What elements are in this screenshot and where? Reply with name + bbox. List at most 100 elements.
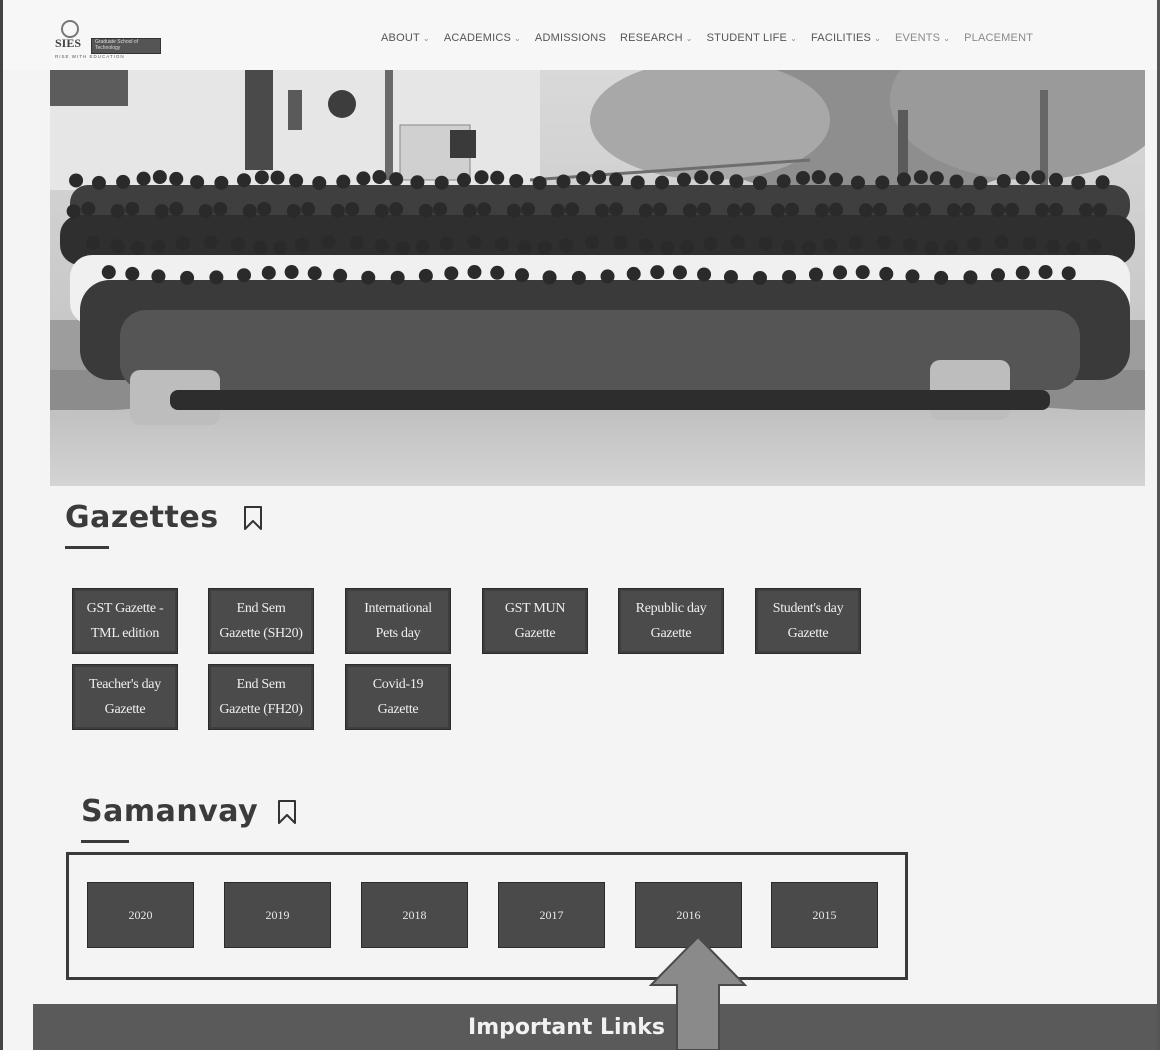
crowd-head	[697, 202, 712, 217]
crowd-head	[949, 174, 964, 189]
crowd-head	[814, 203, 829, 218]
crowd-head	[694, 170, 709, 185]
crowd-head	[410, 175, 425, 190]
nav-label: FACILITIES	[810, 32, 872, 44]
crowd-head	[967, 236, 982, 251]
crowd-head	[136, 171, 151, 186]
crowd-head	[66, 204, 81, 219]
important-links-label: Important Links	[468, 1014, 665, 1040]
crowd-head	[236, 268, 251, 283]
crowd-head	[372, 170, 387, 185]
crowd-head	[1031, 170, 1046, 185]
crowd-head	[556, 174, 571, 189]
crowd-head	[600, 269, 615, 284]
nav-label: STUDENT LIFE	[706, 32, 788, 44]
gazette-line1: GST Gazette -	[86, 601, 164, 616]
nav-item-academics[interactable]: ACADEMICS ⌄	[444, 32, 521, 44]
bookmark-icon[interactable]	[243, 505, 263, 531]
crowd-head	[374, 203, 389, 218]
crowd-head	[333, 268, 348, 283]
crowd-head	[213, 201, 228, 216]
crowd-head	[257, 201, 272, 216]
crowd-head	[729, 174, 744, 189]
crowd-head	[1038, 265, 1053, 280]
gazette-button-gst-tml[interactable]: GST Gazette - TML edition	[72, 588, 178, 654]
gazette-button-gst-mun[interactable]: GST MUN Gazette	[482, 588, 588, 654]
samanvay-year-2018[interactable]: 2018	[361, 882, 468, 948]
crowd-head	[829, 172, 844, 187]
samanvay-year-2015[interactable]: 2015	[771, 882, 878, 948]
crowd-head	[902, 238, 917, 253]
crowd-head	[209, 270, 224, 285]
crowd-head	[321, 235, 336, 250]
crowd-head	[944, 240, 959, 255]
crowd-head	[418, 203, 433, 218]
nav-item-admissions[interactable]: ADMISSIONS	[535, 32, 606, 44]
samanvay-year-2017[interactable]: 2017	[498, 882, 605, 948]
crowd-head	[169, 171, 184, 186]
crowd-head	[542, 270, 557, 285]
site-logo[interactable]: SIES Graduate School of Technology RISE …	[53, 20, 161, 62]
gazette-button-end-sem-fh20[interactable]: End Sem Gazette (FH20)	[208, 664, 314, 730]
crowd-head	[879, 266, 894, 281]
crowd-head	[1078, 203, 1093, 218]
crowd-head	[1049, 172, 1064, 187]
gazette-button-republic-day[interactable]: Republic day Gazette	[618, 588, 724, 654]
gazette-button-students-day[interactable]: Student's day Gazette	[755, 588, 861, 654]
crowd-head	[811, 170, 826, 185]
crowd-head	[506, 203, 521, 218]
crowd-head	[723, 269, 738, 284]
bookmark-icon[interactable]	[277, 799, 297, 825]
crowd-head	[91, 175, 106, 190]
gazette-button-covid-19[interactable]: Covid-19 Gazette	[345, 664, 451, 730]
nav-item-events[interactable]: EVENTS ⌄	[895, 32, 950, 44]
site-header: SIES Graduate School of Technology RISE …	[3, 0, 1160, 70]
crowd-head	[655, 175, 670, 190]
crowd-head	[345, 202, 360, 217]
crowd-head	[273, 240, 288, 255]
crowd-head	[1093, 202, 1107, 217]
crowd-head	[284, 265, 299, 280]
gazette-line2: Gazette (SH20)	[219, 626, 303, 641]
gazette-line2: Gazette	[514, 626, 556, 641]
crowd-head	[594, 203, 609, 218]
gazette-line2: Pets day	[375, 626, 421, 641]
nav-item-about[interactable]: ABOUT ⌄	[381, 32, 430, 44]
gazette-button-pets-day[interactable]: International Pets day	[345, 588, 451, 654]
crowd-head	[467, 265, 482, 280]
nav-item-placement[interactable]: PLACEMENT	[964, 32, 1033, 44]
crowd-head	[389, 172, 404, 187]
nav-item-facilities[interactable]: FACILITIES ⌄	[811, 32, 881, 44]
samanvay-year-2020[interactable]: 2020	[87, 882, 194, 948]
important-links-bar[interactable]: Important Links	[33, 1004, 1160, 1050]
crowd-head	[286, 203, 301, 218]
crowd-head	[795, 170, 810, 185]
gazette-button-end-sem-sh20[interactable]: End Sem Gazette (SH20)	[208, 588, 314, 654]
crowd-head	[180, 270, 195, 285]
crowd-head	[873, 202, 888, 217]
crowd-head	[1046, 239, 1061, 254]
crowd-head	[576, 171, 591, 186]
nav-item-student-life[interactable]: STUDENT LIFE ⌄	[707, 32, 797, 44]
samanvay-year-2019[interactable]: 2019	[224, 882, 331, 948]
crowd-head	[848, 235, 863, 250]
logo-plate: Graduate School of Technology	[91, 38, 161, 54]
crowd-head	[131, 240, 146, 255]
crowd-head	[152, 170, 167, 185]
crowd-head	[395, 240, 410, 255]
gazette-line2: Gazette	[650, 626, 692, 641]
nav-label: ACADEMICS	[443, 32, 512, 44]
nav-item-research[interactable]: RESEARCH ⌄	[620, 32, 693, 44]
crowd-head	[236, 173, 251, 188]
crowd-head	[151, 269, 166, 284]
gazette-button-teachers-day[interactable]: Teacher's day Gazette	[72, 664, 178, 730]
crowd-head	[833, 265, 848, 280]
crowd-head	[609, 202, 624, 217]
crowd-head	[638, 238, 653, 253]
crowd-head	[902, 203, 917, 218]
crowd-head	[69, 173, 84, 188]
crowd-head	[855, 265, 870, 280]
crowd-head	[753, 271, 768, 285]
gazette-line2: Gazette	[377, 702, 419, 717]
crowd-head	[638, 203, 653, 218]
